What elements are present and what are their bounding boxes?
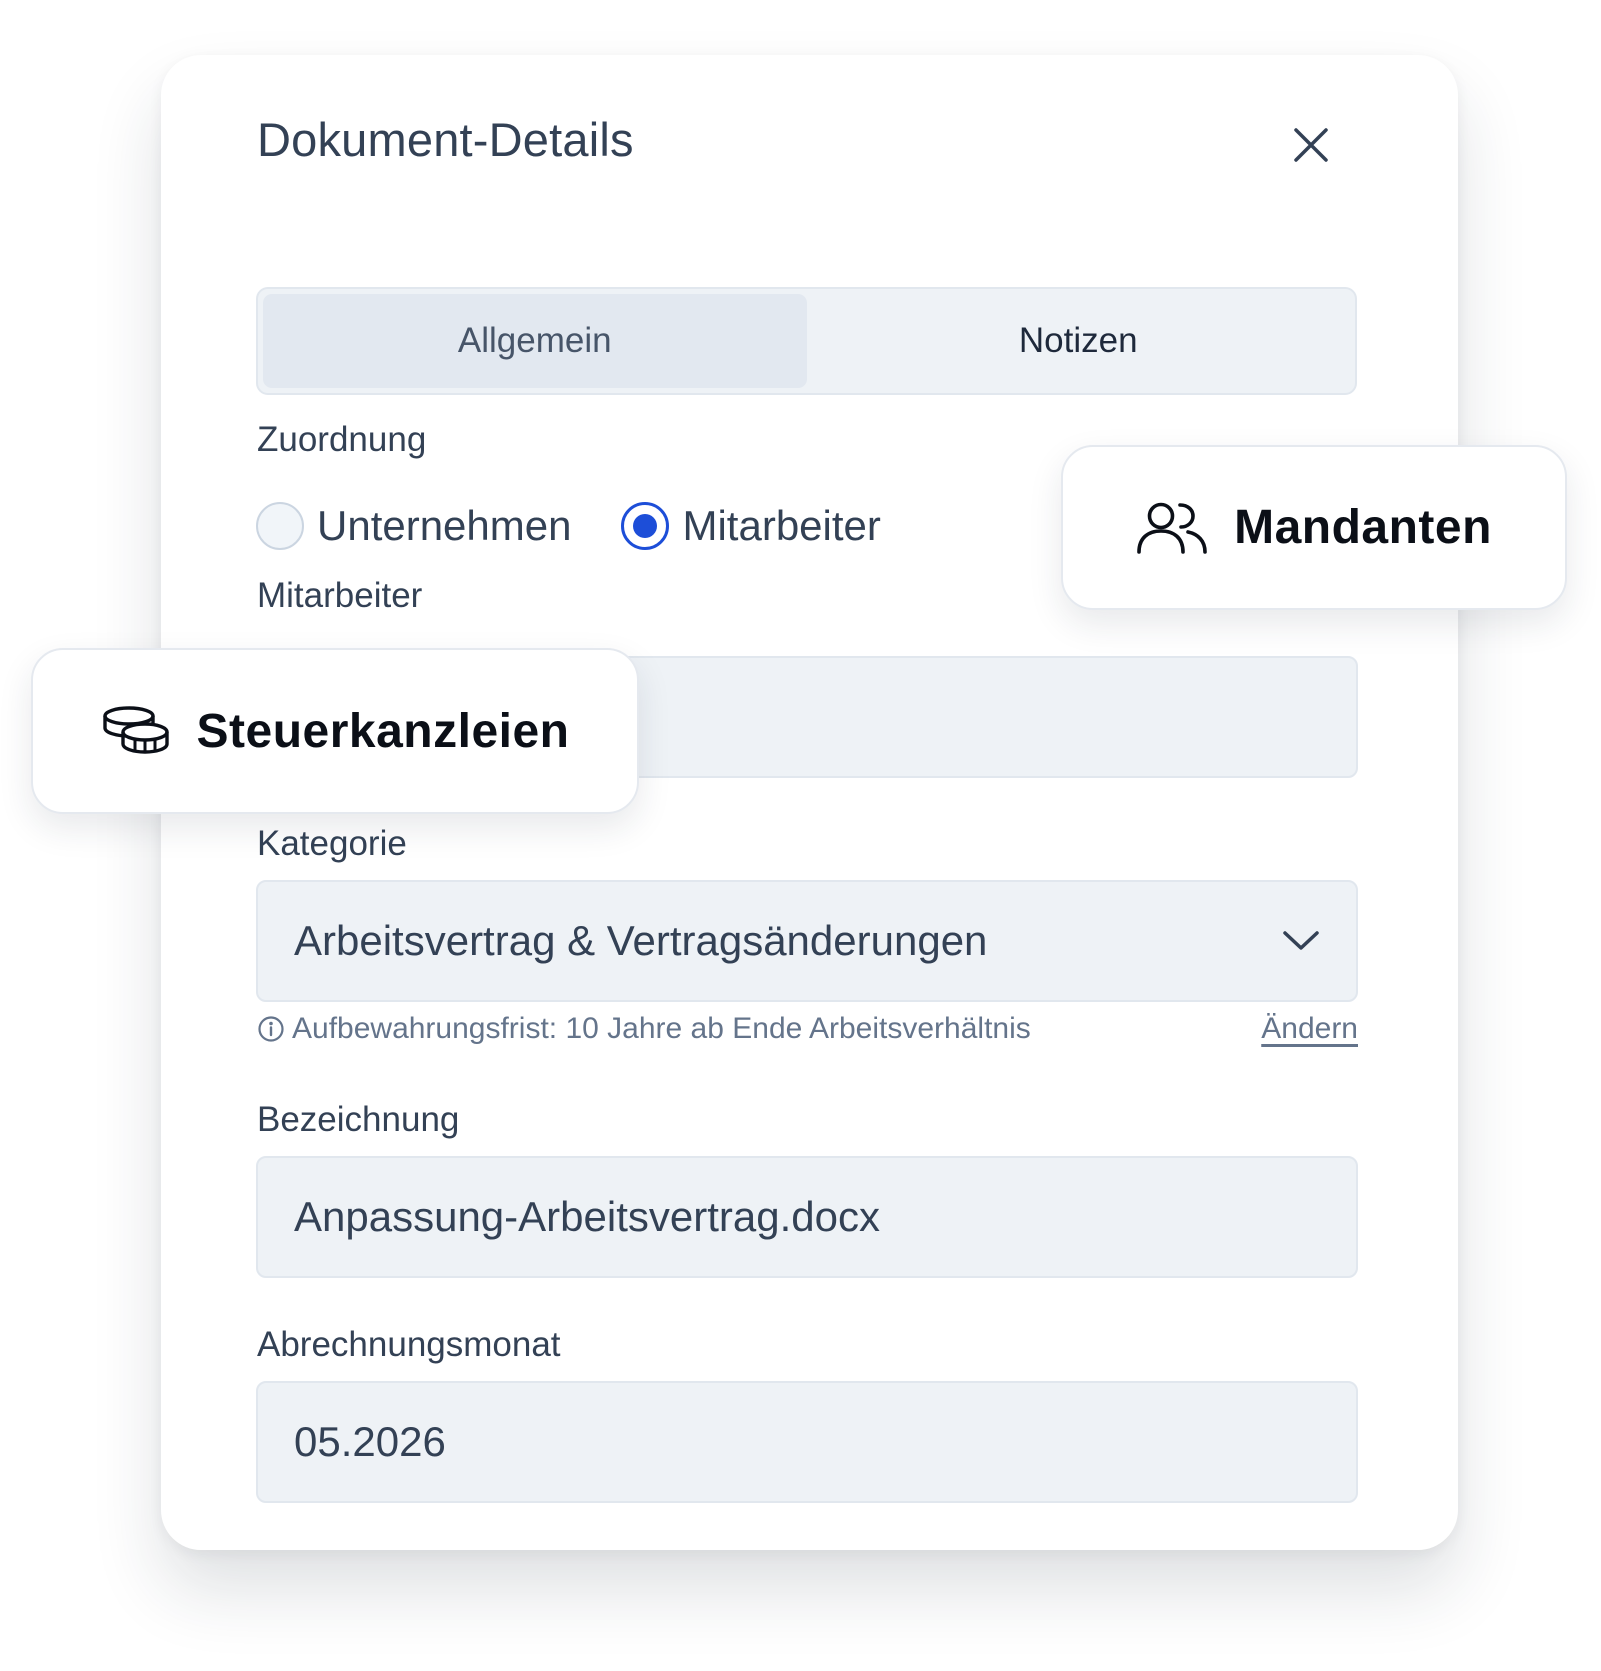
tab-allgemein[interactable]: Allgemein xyxy=(263,294,807,388)
mandanten-label: Mandanten xyxy=(1234,501,1492,554)
assignment-radio-group: Unternehmen Mitarbeiter xyxy=(256,500,931,552)
category-select[interactable]: Arbeitsvertrag & Vertragsänderungen xyxy=(256,880,1358,1002)
users-icon xyxy=(1137,502,1207,554)
radio-selected-dot xyxy=(633,514,658,538)
assignment-label: Zuordnung xyxy=(257,420,427,459)
tab-notizen[interactable]: Notizen xyxy=(807,294,1351,388)
radio-label-unternehmen: Unternehmen xyxy=(317,502,572,549)
coins-icon xyxy=(102,706,169,754)
radio-option-mitarbeiter[interactable]: Mitarbeiter xyxy=(621,502,881,550)
close-button[interactable] xyxy=(1284,118,1338,172)
mandanten-badge: Mandanten xyxy=(1061,445,1567,610)
dialog-title: Dokument-Details xyxy=(257,113,634,166)
employee-label: Mitarbeiter xyxy=(257,576,423,615)
steuerkanzleien-label: Steuerkanzleien xyxy=(196,704,570,758)
close-icon xyxy=(1294,128,1328,162)
category-value: Arbeitsvertrag & Vertragsänderungen xyxy=(294,917,988,964)
radio-mitarbeiter[interactable] xyxy=(621,502,670,550)
chevron-down-icon xyxy=(1283,931,1319,950)
steuerkanzleien-badge: Steuerkanzleien xyxy=(31,648,639,814)
radio-label-mitarbeiter: Mitarbeiter xyxy=(682,502,881,549)
radio-unternehmen[interactable] xyxy=(256,502,304,550)
info-icon xyxy=(258,1016,284,1042)
designation-label: Bezeichnung xyxy=(257,1100,460,1139)
retention-hint: Aufbewahrungsfrist: 10 Jahre ab Ende Arb… xyxy=(257,1012,1358,1046)
radio-option-unternehmen[interactable]: Unternehmen xyxy=(256,502,571,550)
billing-month-label: Abrechnungsmonat xyxy=(257,1325,561,1364)
retention-hint-text: Aufbewahrungsfrist: 10 Jahre ab Ende Arb… xyxy=(292,1012,1031,1045)
category-label: Kategorie xyxy=(257,824,407,863)
change-link[interactable]: Ändern xyxy=(1261,1012,1358,1046)
designation-field[interactable]: Anpassung-Arbeitsvertrag.docx xyxy=(256,1156,1358,1278)
tab-bar: Allgemein Notizen xyxy=(256,287,1357,395)
billing-month-field[interactable]: 05.2026 xyxy=(256,1381,1358,1503)
